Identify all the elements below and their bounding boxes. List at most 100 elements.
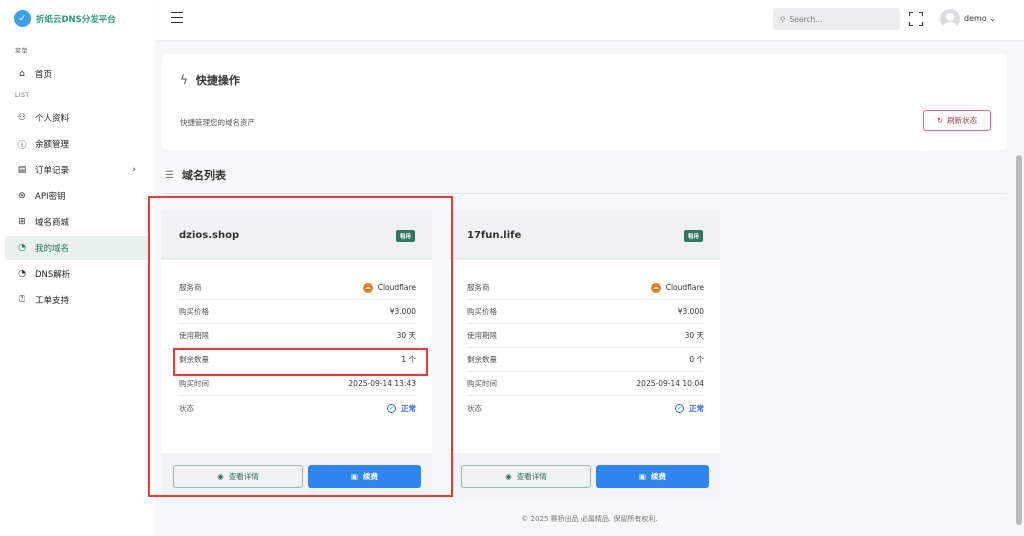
- sidebar-item-label: 余额管理: [35, 140, 70, 150]
- chevron-right-icon: ›: [132, 165, 136, 175]
- sidebar-item-label: 域名商城: [35, 218, 70, 228]
- period-label: 使用期限: [467, 331, 497, 340]
- domain-card-body: 服务商 ☁ Cloudflare 购买价格 ¥3.000 使用期限 30 天 剩余…: [161, 260, 432, 453]
- section-divider: [162, 193, 1007, 194]
- eye-icon: ◉: [217, 472, 224, 481]
- sidebar-item-support[interactable]: ⍰ 工单支持: [5, 288, 150, 312]
- aperture-icon: ⊛: [18, 191, 26, 201]
- sidebar-item-domain-store[interactable]: ⊞ 域名商城: [5, 210, 150, 234]
- domain-card-body: 服务商 ☁ Cloudflare 购买价格 ¥3.000 使用期限 30 天 剩余…: [449, 260, 720, 453]
- quick-actions-title-text: 快捷操作: [195, 74, 240, 87]
- sidebar-item-label: 我的域名: [35, 244, 70, 254]
- sidebar-item-my-domains[interactable]: ◔ 我的域名: [5, 236, 150, 260]
- pie-chart-icon: ◔: [18, 243, 26, 253]
- renew-button[interactable]: ▣ 续费: [596, 465, 709, 488]
- remaining-value: 0 个: [689, 355, 704, 364]
- refresh-status-label: 刷新状态: [947, 116, 978, 125]
- price-value: ¥3.000: [389, 307, 416, 316]
- renew-button[interactable]: ▣ 续费: [308, 465, 421, 488]
- bought-at-value: 2025-09-14 10:04: [636, 379, 704, 388]
- period-value: 30 天: [396, 331, 416, 340]
- provider-label: 服务商: [467, 283, 490, 292]
- username: demo: [964, 14, 987, 23]
- search-input[interactable]: [789, 14, 890, 24]
- price-row: 购买价格 ¥3.000: [467, 300, 704, 324]
- info-icon: ⓘ: [17, 140, 27, 151]
- period-label: 使用期限: [179, 331, 209, 340]
- sidebar-item-orders[interactable]: ▤ 订单记录 ›: [5, 158, 150, 182]
- lightning-icon: ϟ: [180, 73, 188, 87]
- avatar[interactable]: [940, 9, 960, 29]
- quick-actions-description: 快捷管理您的域名资产: [180, 118, 255, 127]
- help-circle-icon: ⍰: [19, 295, 25, 305]
- app-logo[interactable]: ✓ 折纸云DNS分发平台: [14, 10, 116, 27]
- sidebar-item-balance[interactable]: ⓘ 余额管理: [5, 132, 150, 156]
- remaining-label: 剩余数量: [179, 355, 209, 364]
- renew-label: 续费: [651, 472, 667, 481]
- status-value: 正常: [401, 403, 416, 413]
- bought-at-value: 2025-09-14 13:43: [348, 379, 416, 388]
- sidebar: ✓ 折纸云DNS分发平台 菜单 ⌂ 首页 LIST ⚇ 个人资料 ⓘ 余额管理 …: [0, 0, 155, 536]
- sidebar-item-label: 个人资料: [35, 114, 70, 124]
- bought-at-label: 购买时间: [179, 379, 209, 388]
- scrollbar[interactable]: [1016, 155, 1022, 525]
- view-details-button[interactable]: ◉ 查看详情: [461, 465, 591, 488]
- chevron-down-icon: ⌄: [989, 14, 996, 23]
- domain-card: 17fun.life 租用 服务商 ☁ Cloudflare 购买价格 ¥3.00…: [449, 211, 720, 499]
- domain-name: dzios.shop: [179, 230, 240, 241]
- footer-text: © 2025 赛桥出品 必属精品. 保留所有权利.: [521, 515, 658, 523]
- status-row: 状态 ✓ 正常: [467, 396, 704, 420]
- top-header: ⚲ demo ⌄: [155, 0, 1024, 40]
- sidebar-item-api-keys[interactable]: ⊛ API密钥: [5, 184, 150, 208]
- sidebar-item-profile[interactable]: ⚇ 个人资料: [5, 106, 150, 130]
- layout-icon: ⊞: [18, 217, 26, 227]
- home-icon: ⌂: [19, 69, 25, 79]
- menu-toggle-icon[interactable]: [171, 12, 183, 23]
- bought-at-row: 购买时间 2025-09-14 13:43: [179, 372, 416, 396]
- price-label: 购买价格: [467, 307, 497, 316]
- sidebar-item-dns[interactable]: ◔ DNS解析: [5, 262, 150, 286]
- status-row: 状态 ✓ 正常: [179, 396, 416, 420]
- refresh-status-button[interactable]: ↻ 刷新状态: [923, 110, 991, 131]
- remaining-row: 剩余数量 0 个: [467, 348, 704, 372]
- price-label: 购买价格: [179, 307, 209, 316]
- provider-label: 服务商: [179, 283, 202, 292]
- provider-row: 服务商 ☁ Cloudflare: [179, 276, 416, 300]
- fullscreen-icon[interactable]: [909, 12, 923, 26]
- sidebar-item-home[interactable]: ⌂ 首页: [5, 62, 150, 86]
- menu-section-label: 菜单: [15, 48, 29, 55]
- app-name: 折纸云DNS分发平台: [36, 14, 116, 25]
- sidebar-item-label: DNS解析: [35, 270, 71, 280]
- domain-name: 17fun.life: [467, 230, 522, 241]
- search-box[interactable]: ⚲: [773, 8, 900, 30]
- cloudflare-icon: ☁: [362, 282, 373, 293]
- status-label: 状态: [467, 403, 482, 413]
- status-label: 状态: [179, 403, 194, 413]
- provider-value: Cloudflare: [377, 283, 416, 292]
- sidebar-item-label: API密钥: [35, 192, 66, 202]
- provider-value: Cloudflare: [665, 283, 704, 292]
- sidebar-item-label: 订单记录: [35, 166, 70, 176]
- eye-icon: ◉: [505, 472, 512, 481]
- provider-row: 服务商 ☁ Cloudflare: [467, 276, 704, 300]
- domain-card-header: 17fun.life 租用: [449, 211, 720, 259]
- refresh-icon: ↻: [936, 116, 944, 125]
- remaining-value: 1 个: [401, 355, 416, 364]
- bought-at-row: 购买时间 2025-09-14 10:04: [467, 372, 704, 396]
- view-details-button[interactable]: ◉ 查看详情: [173, 465, 303, 488]
- status-value: 正常: [689, 403, 704, 413]
- check-circle-icon: ✓: [387, 403, 396, 413]
- domain-card: dzios.shop 租用 服务商 ☁ Cloudflare 购买价格 ¥3.00…: [161, 211, 432, 499]
- status-badge: 租用: [395, 230, 415, 242]
- period-row: 使用期限 30 天: [467, 324, 704, 348]
- cloudflare-icon: ☁: [650, 282, 661, 293]
- remaining-row: 剩余数量 1 个: [179, 348, 416, 372]
- quick-actions-title: ϟ 快捷操作: [180, 72, 240, 88]
- price-value: ¥3.000: [677, 307, 704, 316]
- list-icon: ☰: [165, 169, 174, 181]
- users-icon: ⚇: [17, 113, 27, 123]
- quick-actions-card: ϟ 快捷操作 快捷管理您的域名资产 ↻ 刷新状态: [162, 54, 1007, 150]
- period-value: 30 天: [684, 331, 704, 340]
- view-details-label: 查看详情: [228, 472, 259, 481]
- user-menu[interactable]: demo ⌄: [964, 14, 996, 23]
